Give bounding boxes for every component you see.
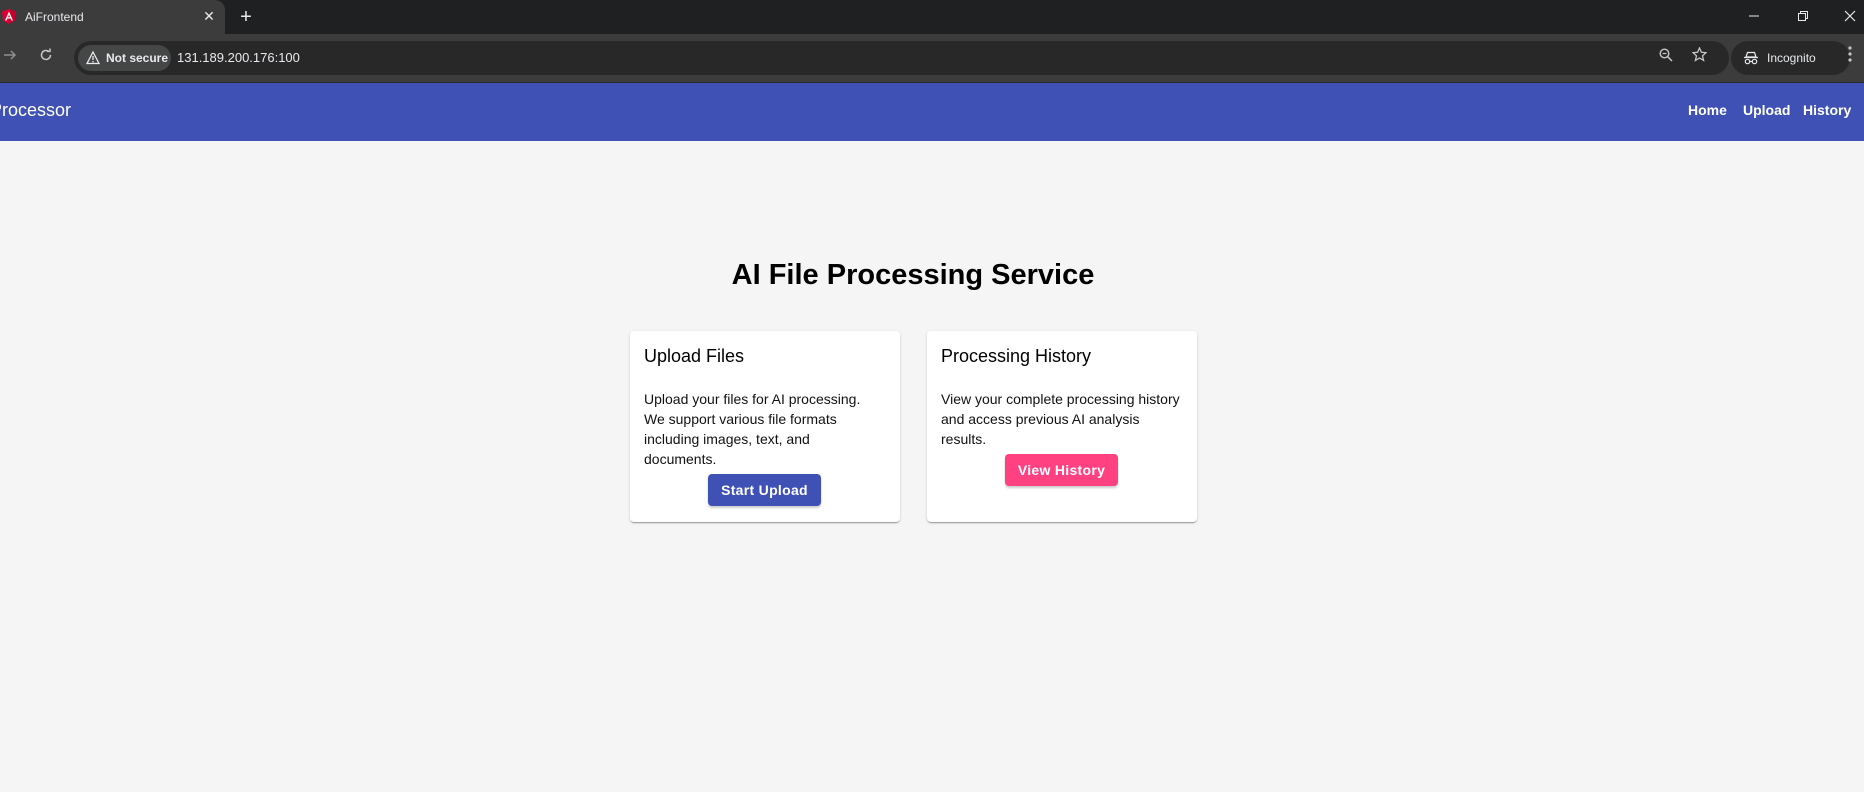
page-viewport: Processor Home Upload History AI File Pr… (0, 83, 1864, 792)
incognito-indicator[interactable]: Incognito (1731, 41, 1850, 75)
bookmark-star-icon[interactable] (1687, 46, 1711, 70)
tab-title: AiFrontend (25, 10, 84, 24)
app-title: Processor (0, 100, 72, 120)
nav-upload-link[interactable]: Upload (1743, 102, 1790, 118)
security-chip[interactable]: Not secure (78, 45, 171, 71)
nav-history-link[interactable]: History (1803, 102, 1851, 118)
minimize-icon[interactable] (1740, 5, 1768, 29)
app-toolbar: Processor Home Upload History (0, 83, 1864, 141)
card-title: Processing History (941, 346, 1092, 366)
browser-toolbar: Not secure 131.189.200.176:100 Incognito (0, 34, 1864, 83)
card-description: Upload your files for AI processing. We … (644, 391, 861, 467)
menu-icon[interactable] (1840, 46, 1860, 70)
warning-icon (86, 51, 100, 65)
security-label: Not secure (106, 51, 169, 65)
card-title: Upload Files (644, 346, 745, 366)
browser-tab[interactable]: AiFrontend ✕ (0, 0, 225, 34)
angular-favicon-icon (2, 9, 16, 24)
address-bar[interactable]: Not secure 131.189.200.176:100 (74, 41, 1729, 75)
restore-icon[interactable] (1789, 5, 1817, 29)
page-title: AI File Processing Service (731, 259, 1095, 291)
browser-tabstrip: AiFrontend ✕ + (0, 0, 1864, 34)
incognito-icon (1744, 51, 1758, 65)
start-upload-button[interactable]: Start Upload (708, 474, 821, 506)
nav-home-link[interactable]: Home (1688, 102, 1727, 118)
new-tab-button[interactable]: + (234, 5, 258, 29)
close-window-icon[interactable] (1836, 5, 1864, 29)
view-history-button[interactable]: View History (1005, 454, 1118, 486)
incognito-label: Incognito (1767, 51, 1816, 65)
zoom-icon[interactable] (1654, 46, 1678, 70)
processing-history-card: Processing History View your complete pr… (927, 331, 1197, 522)
card-description: View your complete processing history an… (941, 391, 1180, 447)
forward-icon[interactable] (0, 46, 22, 70)
reload-icon[interactable] (34, 46, 58, 70)
tab-close-icon[interactable]: ✕ (199, 6, 219, 26)
url-text[interactable]: 131.189.200.176:100 (177, 50, 300, 65)
upload-files-card: Upload Files Upload your files for AI pr… (630, 331, 900, 522)
